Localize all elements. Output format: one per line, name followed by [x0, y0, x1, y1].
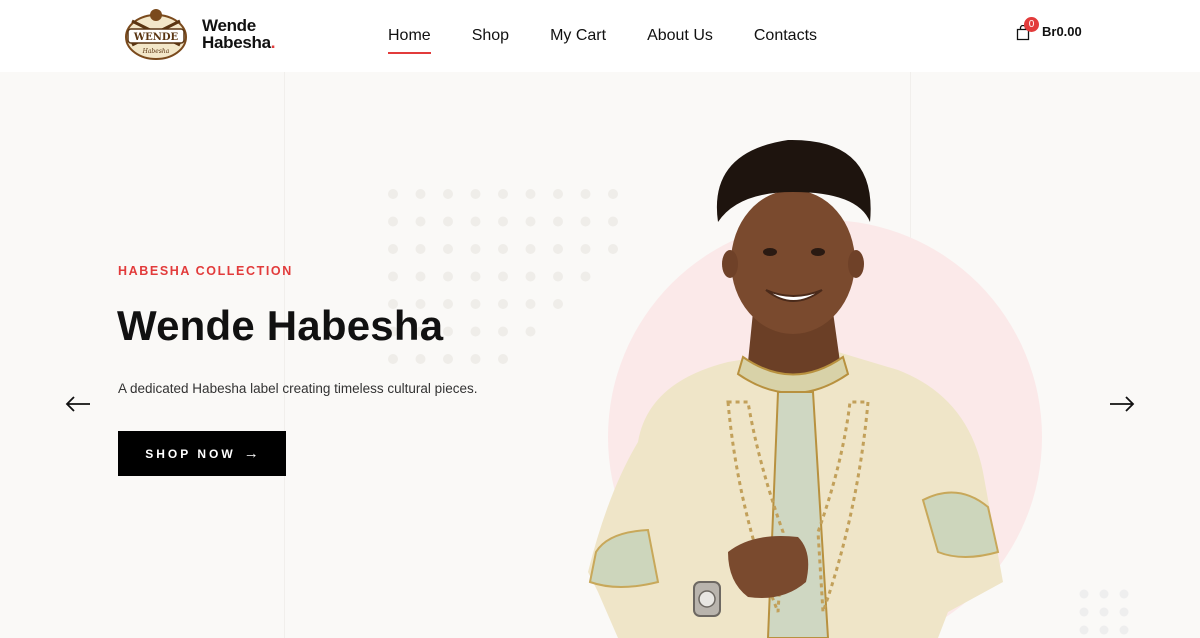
decorative-dot [525, 271, 536, 282]
cart-count-badge: 0 [1024, 17, 1039, 32]
decorative-dot [415, 244, 426, 254]
svg-text:Habesha: Habesha [142, 48, 170, 55]
decorative-dot [443, 271, 453, 282]
hero-model-image [588, 139, 1003, 638]
shopping-bag-icon: 0 [1016, 17, 1039, 41]
decorative-dot [443, 189, 453, 199]
decorative-dot [525, 216, 536, 227]
decorative-dot [470, 216, 481, 227]
decorative-dot [1079, 607, 1089, 617]
decorative-dot [470, 244, 481, 254]
hero-divider [284, 72, 285, 638]
decorative-dot [415, 216, 426, 227]
decorative-dot [1119, 625, 1129, 635]
decorative-dot [443, 244, 453, 254]
decorative-dot [470, 299, 481, 309]
nav-about-us[interactable]: About Us [647, 23, 713, 49]
brand-name-dot: . [270, 33, 276, 52]
decorative-dot [388, 189, 398, 199]
brand-name: Wende Habesha. [202, 16, 276, 52]
decorative-dot [1079, 625, 1089, 635]
brand-name-line1: Wende [202, 16, 256, 35]
cart-summary[interactable]: 0 Br0.00 [1016, 17, 1082, 41]
arrow-right-icon: → [243, 445, 259, 462]
decorative-dot [1099, 625, 1109, 635]
nav-shop[interactable]: Shop [472, 23, 509, 49]
decorative-dot [470, 189, 481, 199]
decorative-dot [388, 244, 398, 254]
hero-title: Wende Habesha [117, 302, 444, 349]
decorative-dot [553, 299, 563, 309]
decorative-dot [498, 216, 508, 227]
decorative-dot [415, 271, 426, 282]
site-header: WENDE Habesha Wende Habesha. Home Shop M… [0, 0, 1200, 72]
decorative-dot [470, 326, 481, 337]
hero-slider: HABESHA COLLECTION Wende Habesha A dedic… [0, 72, 1200, 638]
decorative-dot [388, 354, 398, 364]
nav-my-cart[interactable]: My Cart [550, 23, 606, 49]
decorative-dot [498, 326, 508, 337]
decorative-dot [498, 299, 508, 309]
logo-badge-icon: WENDE Habesha [125, 9, 187, 60]
nav-contacts[interactable]: Contacts [754, 23, 817, 49]
slider-prev-button[interactable] [64, 394, 92, 414]
decorative-dot [443, 326, 453, 337]
decorative-dot [388, 216, 398, 227]
decorative-dot [443, 216, 453, 227]
hero-subtitle: A dedicated Habesha label creating timel… [118, 381, 478, 396]
brand-name-line2: Habesha [202, 33, 271, 52]
decorative-dot [553, 216, 563, 227]
brand-logo[interactable]: WENDE Habesha Wende Habesha. [120, 4, 276, 64]
decorative-dot [470, 354, 481, 364]
decorative-dot [525, 326, 536, 337]
main-nav: Home Shop My Cart About Us Contacts [388, 0, 858, 72]
decorative-dot [388, 271, 398, 282]
decorative-dot [525, 299, 536, 309]
decorative-dot [525, 244, 536, 254]
decorative-dot [1119, 607, 1129, 617]
decorative-dot [443, 354, 453, 364]
decorative-dot [525, 189, 536, 199]
nav-home[interactable]: Home [388, 23, 431, 54]
decorative-dot [498, 354, 508, 364]
shop-now-label: SHOP NOW [145, 446, 236, 461]
decorative-dot [415, 354, 426, 364]
decorative-dot [553, 271, 563, 282]
dot-pattern-decoration [1079, 589, 1129, 635]
decorative-dot [498, 244, 508, 254]
shop-now-button[interactable]: SHOP NOW → [118, 431, 286, 476]
cart-total: Br0.00 [1042, 24, 1082, 39]
decorative-dot [1099, 607, 1109, 617]
decorative-dot [1099, 589, 1109, 599]
hero-tagline: HABESHA COLLECTION [118, 264, 293, 278]
decorative-dot [415, 189, 426, 199]
decorative-dot [1119, 589, 1129, 599]
decorative-dot [470, 271, 481, 282]
slider-next-button[interactable] [1108, 394, 1136, 414]
decorative-dot [443, 299, 453, 309]
decorative-dot [553, 189, 563, 199]
logo-badge-text: WENDE [133, 32, 179, 43]
decorative-dot [498, 271, 508, 282]
decorative-dot [553, 244, 563, 254]
decorative-dot [498, 189, 508, 199]
decorative-dot [1079, 589, 1089, 599]
